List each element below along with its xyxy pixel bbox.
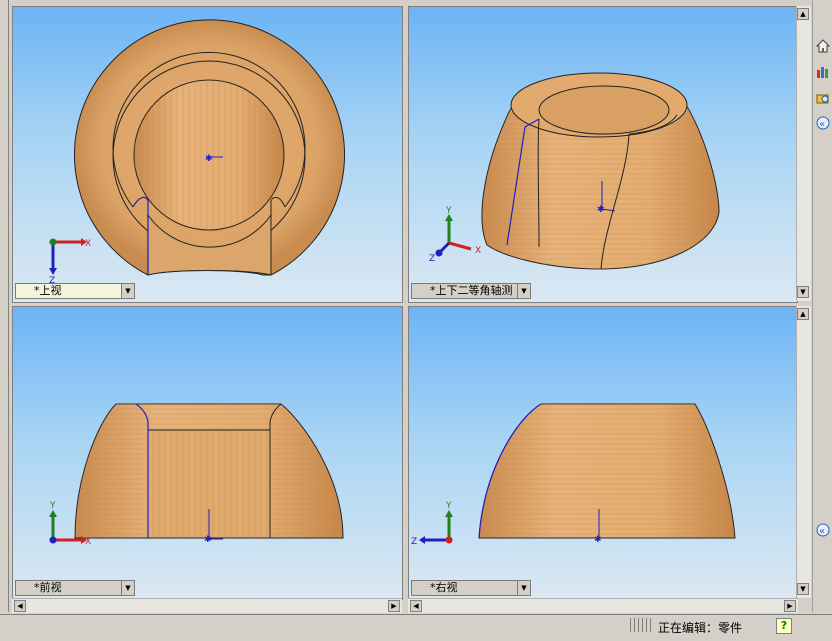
vertical-scrollbar-bottom[interactable]: ▲ ▼: [796, 306, 811, 598]
svg-text:✱: ✱: [594, 535, 602, 545]
part-model-right[interactable]: [478, 403, 736, 539]
part-model-top[interactable]: [74, 19, 345, 276]
view-label-isometric: *上下二等角轴测: [430, 284, 513, 297]
search-folder-icon[interactable]: [815, 90, 831, 106]
axis-triad: X Z: [49, 238, 91, 286]
axis-y-label: Y: [445, 206, 452, 216]
help-icon[interactable]: ?: [776, 618, 792, 634]
left-panel-edge: [0, 0, 9, 612]
vertical-scrollbar-top[interactable]: ▲ ▼: [796, 6, 811, 301]
status-bar: 正在编辑：零件 ?: [0, 614, 832, 641]
collapse-icon[interactable]: «: [815, 115, 831, 131]
scroll-right-icon[interactable]: ▶: [388, 600, 400, 612]
scroll-up-icon[interactable]: ▲: [797, 308, 809, 320]
viewport-front[interactable]: ✱ Y X *前视 ▼: [12, 306, 403, 600]
scroll-down-icon[interactable]: ▼: [797, 286, 809, 298]
task-pane-toolbar: « «: [812, 0, 832, 612]
scroll-right-icon[interactable]: ▶: [784, 600, 796, 612]
axis-y-label: Y: [445, 501, 452, 511]
view-label-top: *上视: [34, 284, 62, 297]
scroll-left-icon[interactable]: ◀: [410, 600, 422, 612]
status-grip: [630, 618, 652, 632]
part-model-isometric[interactable]: [481, 72, 720, 270]
axis-z-label: Z: [429, 254, 435, 264]
axis-y-label: Y: [49, 501, 56, 511]
viewport-isometric[interactable]: ✱ Y X Z *上下二等角轴测 ▼: [408, 6, 798, 303]
svg-text:✱: ✱: [205, 154, 213, 164]
axis-x-label: X: [475, 246, 481, 256]
scroll-down-icon[interactable]: ▼: [797, 583, 809, 595]
viewport-top[interactable]: ✱ X Z *上视 ▼: [12, 6, 403, 303]
chevron-down-icon[interactable]: ▼: [121, 581, 134, 595]
view-selector-front[interactable]: *前视 ▼: [15, 580, 135, 596]
viewport-right[interactable]: ✱ Y Z *右视 ▼: [408, 306, 798, 600]
axis-x-label: X: [85, 537, 91, 547]
scroll-left-icon[interactable]: ◀: [14, 600, 26, 612]
view-label-front: *前视: [34, 581, 62, 594]
chevron-down-icon[interactable]: ▼: [517, 284, 530, 298]
chevron-down-icon[interactable]: ▼: [121, 284, 134, 298]
horizontal-scrollbar-right[interactable]: ◀ ▶: [408, 598, 798, 613]
view-label-right: *右视: [430, 581, 458, 594]
axis-triad: Y X Z: [429, 206, 481, 264]
chevron-down-icon[interactable]: ▼: [517, 581, 530, 595]
collapse-icon[interactable]: «: [815, 522, 831, 538]
horizontal-scrollbar-left[interactable]: ◀ ▶: [12, 598, 402, 613]
axis-z-label: Z: [411, 537, 417, 547]
status-editing-text: 正在编辑：零件: [658, 621, 743, 635]
scroll-up-icon[interactable]: ▲: [797, 8, 809, 20]
view-selector-right[interactable]: *右视 ▼: [411, 580, 531, 596]
home-icon[interactable]: [815, 38, 831, 54]
svg-text:✱: ✱: [597, 205, 605, 215]
view-selector-top[interactable]: *上视 ▼: [15, 283, 135, 299]
axis-triad: Y Z: [411, 501, 453, 547]
svg-text:«: «: [819, 119, 825, 130]
svg-text:✱: ✱: [204, 535, 212, 545]
axis-x-label: X: [85, 239, 91, 249]
palette-icon[interactable]: [815, 64, 831, 80]
view-selector-isometric[interactable]: *上下二等角轴测 ▼: [411, 283, 531, 299]
svg-text:«: «: [819, 526, 825, 537]
